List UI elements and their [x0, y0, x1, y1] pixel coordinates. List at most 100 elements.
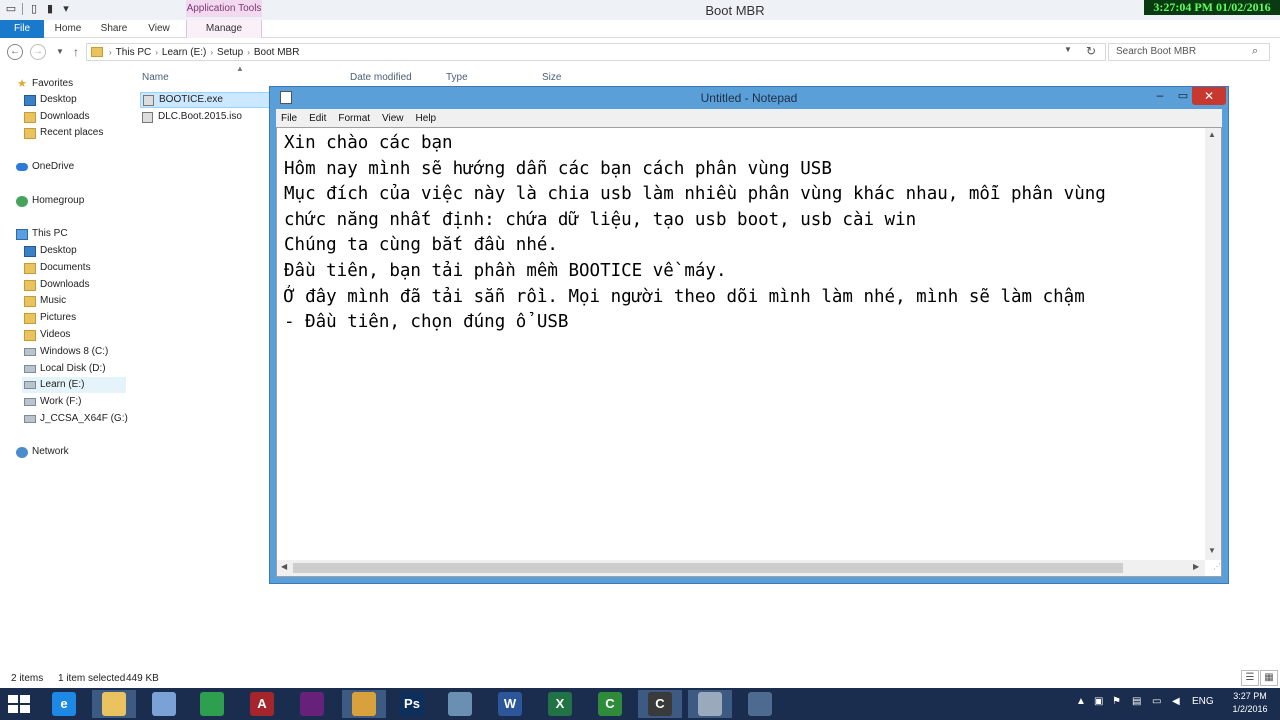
scroll-left-icon[interactable]: ◀	[281, 562, 287, 571]
tray-language[interactable]: ENG	[1192, 696, 1214, 707]
address-dropdown-icon[interactable]: ▼	[1064, 45, 1072, 54]
scroll-down-icon[interactable]: ▼	[1208, 546, 1216, 555]
taskbar-camtasia-recorder-button[interactable]: C	[638, 690, 682, 718]
notepad-text-area[interactable]: Xin chào các bạn Hôm nay mình sẽ hướng d…	[284, 131, 1202, 563]
nav-videos[interactable]: Videos	[24, 327, 70, 343]
taskbar-internet-explorer-button[interactable]: e	[42, 690, 86, 718]
vertical-scrollbar[interactable]: ▲ ▼	[1205, 128, 1221, 560]
taskbar-camtasia-button[interactable]: C	[588, 690, 632, 718]
column-header-date-modified[interactable]: Date modified	[350, 70, 412, 86]
taskbar-store-button[interactable]	[190, 690, 234, 718]
scroll-up-icon[interactable]: ▲	[1208, 130, 1216, 139]
windows-logo-icon	[20, 705, 30, 713]
breadcrumb-learn[interactable]: Learn (E:)	[162, 47, 206, 58]
taskbar-photoshop-button[interactable]: Ps	[390, 690, 434, 718]
search-input[interactable]: Search Boot MBR	[1108, 43, 1270, 61]
refresh-icon[interactable]: ↻	[1086, 44, 1096, 58]
large-icons-view-icon[interactable]: ▦	[1260, 670, 1278, 686]
tab-share[interactable]: Share	[94, 20, 134, 38]
qat-dropdown-icon[interactable]: ▾	[59, 2, 73, 16]
breadcrumb-setup[interactable]: Setup	[217, 47, 243, 58]
status-item-count: 2 items	[11, 673, 44, 684]
horizontal-scrollbar[interactable]: ◀ ▶	[277, 560, 1205, 576]
new-folder-icon[interactable]: ▮	[43, 2, 57, 16]
nav-fav-recent[interactable]: Recent places	[24, 125, 103, 141]
tab-home[interactable]: Home	[48, 20, 88, 38]
nav-drive-d[interactable]: Local Disk (D:)	[24, 361, 106, 377]
store-icon	[200, 692, 224, 716]
new-document-icon[interactable]: ▯	[27, 2, 41, 16]
start-button[interactable]	[8, 695, 30, 713]
taskbar-access-button[interactable]: A	[240, 690, 284, 718]
close-button[interactable]: ✕	[1192, 87, 1226, 105]
horizontal-scroll-thumb[interactable]	[293, 563, 1123, 573]
taskbar-remote-desktop-button[interactable]	[142, 690, 186, 718]
breadcrumb-separator-icon[interactable]: ›	[247, 48, 250, 57]
nav-pictures[interactable]: Pictures	[24, 310, 76, 326]
taskbar-file-explorer-button[interactable]	[92, 690, 136, 718]
tray-overflow-icon[interactable]: ▲	[1076, 696, 1086, 707]
nav-fav-downloads[interactable]: Downloads	[24, 109, 89, 125]
tray-monitor-icon[interactable]: ▭	[1152, 696, 1161, 707]
nav-drive-f[interactable]: Work (F:)	[24, 394, 81, 410]
scroll-right-icon[interactable]: ▶	[1193, 562, 1199, 571]
file-row[interactable]: BOOTICE.exe	[140, 92, 270, 108]
menu-file[interactable]: File	[281, 113, 297, 124]
notepad-editor[interactable]: Xin chào các bạn Hôm nay mình sẽ hướng d…	[276, 127, 1222, 577]
notepad-titlebar[interactable]: Untitled - Notepad – ▭ ✕	[270, 87, 1228, 109]
menu-help[interactable]: Help	[416, 113, 437, 124]
nav-downloads[interactable]: Downloads	[24, 277, 89, 293]
breadcrumb-separator-icon[interactable]: ›	[109, 48, 112, 57]
column-header-size[interactable]: Size	[542, 70, 561, 86]
nav-favorites[interactable]: ★ Favorites	[16, 76, 73, 92]
forward-arrow-icon[interactable]: →	[30, 44, 46, 60]
taskbar-tool-button[interactable]	[438, 690, 482, 718]
address-input[interactable]: › This PC › Learn (E:) › Setup › Boot MB…	[86, 43, 1106, 61]
minimize-button[interactable]: –	[1148, 87, 1172, 105]
breadcrumb-this-pc[interactable]: This PC	[116, 47, 152, 58]
breadcrumb-boot-mbr[interactable]: Boot MBR	[254, 47, 300, 58]
menu-edit[interactable]: Edit	[309, 113, 326, 124]
taskbar-notepad-button[interactable]	[688, 690, 732, 718]
internet-explorer-icon: e	[52, 692, 76, 716]
nav-drive-c[interactable]: Windows 8 (C:)	[24, 344, 108, 360]
breadcrumb-separator-icon[interactable]: ›	[155, 48, 158, 57]
tray-flag-icon[interactable]: ⚑	[1112, 696, 1121, 707]
nav-desktop[interactable]: Desktop	[24, 243, 77, 259]
taskbar-word-button[interactable]: W	[488, 690, 532, 718]
nav-drive-e[interactable]: Learn (E:)	[22, 377, 126, 393]
column-header-name[interactable]: Name	[142, 70, 169, 86]
tray-network-icon[interactable]: ▤	[1132, 696, 1141, 707]
nav-fav-desktop[interactable]: Desktop	[24, 92, 77, 108]
nav-onedrive[interactable]: OneDrive	[16, 159, 74, 175]
maximize-button[interactable]: ▭	[1172, 87, 1194, 105]
up-arrow-icon[interactable]: ↑	[68, 44, 84, 60]
resize-grip-icon[interactable]: ⋰	[1207, 562, 1221, 576]
taskbar-visual-studio-button[interactable]	[290, 690, 334, 718]
recent-locations-icon[interactable]: ▼	[52, 44, 68, 60]
nav-network[interactable]: Network	[16, 444, 69, 460]
taskbar-misc-button[interactable]	[738, 690, 782, 718]
tray-volume-icon[interactable]: ◀	[1172, 696, 1180, 707]
file-row[interactable]: DLC.Boot.2015.iso	[140, 109, 270, 125]
menu-format[interactable]: Format	[338, 113, 370, 124]
tray-app-icon[interactable]: ▣	[1094, 696, 1103, 707]
breadcrumb-separator-icon[interactable]: ›	[210, 48, 213, 57]
column-header-type[interactable]: Type	[446, 70, 468, 86]
menu-view[interactable]: View	[382, 113, 404, 124]
taskbar-excel-button[interactable]: X	[538, 690, 582, 718]
nav-this-pc[interactable]: This PC	[16, 226, 68, 242]
tab-manage[interactable]: Manage	[186, 20, 262, 38]
details-view-icon[interactable]: ☰	[1241, 670, 1259, 686]
properties-icon[interactable]: ▭	[4, 2, 18, 16]
tab-view[interactable]: View	[140, 20, 178, 38]
nav-documents[interactable]: Documents	[24, 260, 91, 276]
tab-file[interactable]: File	[0, 20, 44, 38]
nav-music[interactable]: Music	[24, 293, 66, 309]
nav-drive-g[interactable]: J_CCSA_X64F (G:)	[24, 411, 128, 427]
nav-homegroup[interactable]: Homegroup	[16, 193, 84, 209]
back-arrow-icon[interactable]: ←	[7, 44, 23, 60]
tray-clock[interactable]: 3:27 PM 1/2/2016	[1222, 690, 1278, 716]
search-icon[interactable]: ⌕	[1252, 45, 1258, 58]
taskbar-chrome-button[interactable]	[342, 690, 386, 718]
